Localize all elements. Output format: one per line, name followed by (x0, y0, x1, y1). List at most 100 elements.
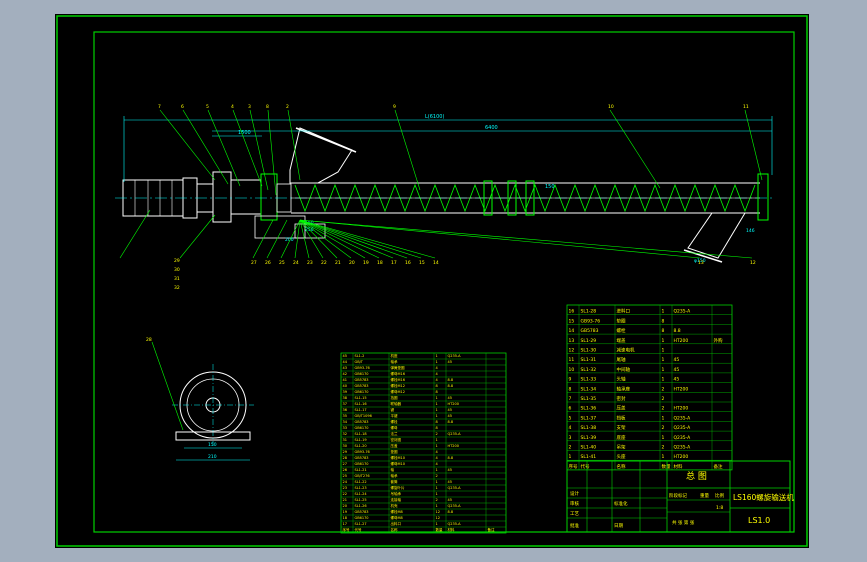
parts-table-cell: SL1-39 (581, 435, 597, 441)
parts-table-cell: GB93-76 (581, 318, 601, 324)
parts-table-cell: 3 (569, 435, 572, 441)
parts-table-cell: 25 (343, 474, 347, 478)
end-view-callout: 28 (146, 337, 152, 343)
parts-table-cell: SL1-17 (355, 408, 367, 412)
callout-top-number: 11 (743, 104, 749, 110)
title-craft: 工艺 (570, 511, 579, 517)
parts-table-cell: 15 (569, 318, 575, 324)
parts-table-cell: SL1-21 (355, 468, 367, 472)
parts-table-cell: Q235-A (674, 435, 692, 441)
parts-table-cell: 螺栓 (391, 419, 399, 424)
parts-table-cell: 30 (343, 444, 347, 448)
parts-table-cell: SL1-23 (355, 486, 367, 490)
title-sheet-row: 共 张 第 张 (672, 519, 695, 526)
parts-table-cell: SL1-32 (581, 367, 597, 373)
parts-table-cell: 1 (436, 438, 438, 442)
parts-table-cell: GB6170 (355, 390, 369, 394)
parts-table-cell: 1 (436, 480, 438, 484)
parts-table-cell: SL1-27 (355, 522, 367, 526)
parts-table-cell: 8 (436, 420, 438, 424)
parts-table-cell: 螺栓 (617, 327, 626, 334)
parts-table-cell: 8 (436, 384, 438, 388)
parts-table-cell: 19 (343, 510, 347, 514)
title-scale: 1:8 (716, 505, 723, 511)
callout-bottom-number: 24 (293, 260, 299, 266)
parts-table-cell: 1 (436, 504, 438, 508)
parts-table-cell: HT200 (448, 444, 459, 448)
parts-table-cell: SL1-30 (581, 348, 597, 354)
parts-table-cell: 头轴 (617, 376, 626, 383)
dim-text-motor: 1500 (238, 130, 251, 136)
parts-table-cell: 45 (448, 360, 452, 364)
parts-table-cell: 尾轴 (617, 356, 626, 363)
parts-table-cell: 出料口 (391, 521, 402, 526)
callout-top-number: 9 (393, 104, 396, 110)
parts-table-cell: 1 (436, 486, 438, 490)
parts-table-cell: SL1-34 (581, 386, 597, 392)
parts-table-cell: 45 (448, 408, 452, 412)
parts-table-cell: 13 (569, 338, 575, 344)
callout-left-number: 32 (174, 285, 180, 291)
parts-table-cell: 14 (569, 328, 575, 334)
parts-table-cell: 1 (436, 414, 438, 418)
parts-table-cell: 1 (662, 309, 665, 315)
dim-text-small-c: 200 (285, 237, 294, 243)
parts-table-cell: 联轴器 (391, 401, 402, 406)
parts-table-cell: 减速电机 (617, 347, 635, 354)
parts-table-cell: SL1-26 (355, 504, 367, 508)
parts-table-cell: 45 (448, 468, 452, 472)
parts-table-cell: 12 (436, 510, 440, 514)
parts-table-cell: 33 (343, 426, 347, 430)
parts-table-cell: 2 (436, 498, 438, 502)
parts-table-cell: Q235-A (448, 354, 462, 358)
parts-table-cell: SL1-2 (355, 354, 365, 358)
parts-table-cell: 序号 (343, 527, 351, 532)
end-view-dim-text-2: 210 (208, 454, 217, 460)
parts-table-cell: Q235-A (674, 445, 692, 451)
parts-table-cell: 36 (343, 408, 347, 412)
callout-top-number: 10 (608, 104, 614, 110)
parts-table-cell: GB6170 (355, 462, 369, 466)
parts-table-cell: 29 (343, 450, 347, 454)
parts-table-cell: 螺栓M12 (391, 383, 405, 388)
parts-table-cell: 16 (569, 309, 575, 315)
parts-table-cell: 弹簧垫圈 (391, 365, 405, 370)
parts-table-cell: 端盖 (617, 337, 626, 344)
parts-table-cell: 8 (569, 386, 572, 392)
cad-viewport[interactable]: L(6100) 6400 1500 150 150 250 200 φ150 1… (0, 0, 867, 562)
parts-table-cell: 进料口 (617, 308, 631, 315)
callout-top-number: 3 (248, 104, 251, 110)
parts-table-cell: 31 (343, 438, 347, 442)
parts-table-cell: 吊轴承 (391, 491, 402, 496)
parts-table-cell: 38 (343, 396, 347, 400)
parts-table-cell: SL1-31 (581, 357, 597, 363)
parts-table-cell: GB6170 (355, 426, 369, 430)
parts-table-cell: GB5783 (355, 420, 369, 424)
parts-table-cell: 39 (343, 390, 347, 394)
title-view-name: 总 图 (686, 470, 707, 482)
parts-table-cell: SL1-38 (581, 425, 597, 431)
parts-table-cell: 1 (662, 357, 665, 363)
end-view-dim-text-1: 150 (208, 442, 217, 448)
parts-table-cell: GB6170 (355, 372, 369, 376)
parts-table-cell: 11 (569, 357, 575, 363)
parts-table-cell: 名称 (617, 463, 626, 470)
parts-table-cell: 底座 (617, 434, 626, 441)
parts-table-cell: SL1-28 (581, 309, 597, 315)
callout-bottom-number: 22 (321, 260, 327, 266)
callout-bottom-number: 19 (363, 260, 369, 266)
parts-table-cell: SL1-24 (355, 492, 368, 496)
parts-table-cell: 10 (569, 367, 575, 373)
parts-table-cell: 轴承座 (617, 385, 631, 392)
callout-bottom-number: 12 (750, 260, 756, 266)
callout-top-number: 5 (206, 104, 209, 110)
parts-table-cell: 数量 (436, 527, 444, 532)
title-std: 标准化 (614, 500, 628, 507)
parts-table-cell: 1 (436, 408, 438, 412)
cad-drawing-canvas[interactable]: L(6100) 6400 1500 150 150 250 200 φ150 1… (0, 0, 867, 562)
parts-table-cell: 27 (343, 462, 347, 466)
parts-table-cell: 吊架 (617, 445, 626, 451)
parts-table-cell: 机座 (391, 353, 399, 358)
parts-table-cell: 45 (674, 357, 680, 363)
title-drawing-number: LS1.0 (748, 516, 770, 525)
